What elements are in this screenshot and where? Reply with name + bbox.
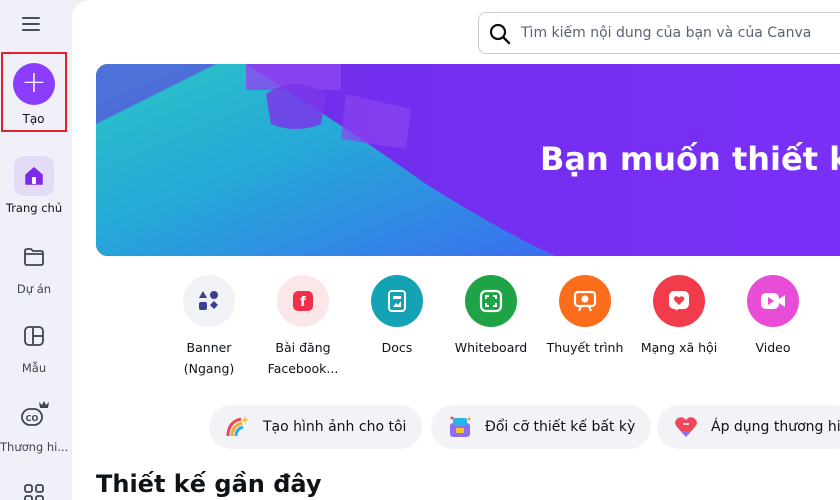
- sidebar-item-brand[interactable]: CO Thương hi...: [0, 395, 68, 454]
- facebook-icon: f: [277, 275, 329, 327]
- chip-apply-brand[interactable]: Áp dụng thương hi: [657, 405, 840, 449]
- search-icon: [489, 23, 511, 45]
- apps-icon: [14, 474, 54, 500]
- category-docs[interactable]: Docs: [351, 275, 443, 358]
- resize-icon: [450, 416, 471, 437]
- sidebar-item-label: Mẫu: [21, 361, 47, 375]
- sidebar: + Tạo Trang chủ Dự án Mẫu CO Thương hi..…: [0, 0, 68, 500]
- presentation-icon: [559, 275, 611, 327]
- home-icon: [14, 156, 54, 196]
- brand-icon: CO: [14, 395, 54, 435]
- video-icon: [747, 275, 799, 327]
- category-banner[interactable]: Banner (Ngang): [163, 275, 255, 379]
- chip-label: Đổi cỡ thiết kế bất kỳ: [485, 419, 636, 435]
- docs-icon: [371, 275, 423, 327]
- search-bar[interactable]: [478, 12, 840, 54]
- hero-banner: Bạn muốn thiết k: [96, 64, 840, 256]
- sidebar-item-label: Trang chủ: [5, 201, 63, 215]
- category-facebook-post[interactable]: f Bài đăng Facebook...: [257, 275, 349, 379]
- category-label: Video: [755, 340, 791, 355]
- template-icon: [14, 316, 54, 356]
- chip-generate-image[interactable]: Tạo hình ảnh cho tôi: [209, 405, 423, 449]
- category-label-2: (Ngang): [183, 361, 235, 376]
- heart-icon: [653, 275, 705, 327]
- recent-designs-title: Thiết kế gần đây: [96, 470, 322, 498]
- sidebar-item-home[interactable]: Trang chủ: [0, 156, 68, 215]
- create-highlight-box: + Tạo: [1, 52, 67, 132]
- folder-icon: [14, 237, 54, 277]
- category-whiteboard[interactable]: Whiteboard: [445, 275, 537, 358]
- svg-text:CO: CO: [26, 414, 39, 423]
- sidebar-item-templates[interactable]: Mẫu: [0, 316, 68, 375]
- create-button[interactable]: +: [13, 63, 55, 105]
- search-input[interactable]: [521, 21, 840, 45]
- svg-text:f: f: [300, 295, 306, 310]
- sidebar-item-apps[interactable]: [0, 474, 68, 500]
- chip-label: Áp dụng thương hi: [711, 419, 840, 435]
- create-label: Tạo: [22, 112, 45, 126]
- chip-label: Tạo hình ảnh cho tôi: [263, 419, 407, 435]
- category-label: Thuyết trình: [546, 340, 624, 355]
- sidebar-item-label: Dự án: [16, 282, 52, 296]
- banner-title: Bạn muốn thiết k: [540, 140, 840, 178]
- category-label: Whiteboard: [454, 340, 528, 355]
- main-content: Bạn muốn thiết k Banner (Ngang) f Bài đă…: [72, 0, 840, 500]
- category-label: Banner: [186, 340, 232, 355]
- sidebar-item-projects[interactable]: Dự án: [0, 237, 68, 296]
- category-presentation[interactable]: Thuyết trình: [539, 275, 631, 358]
- category-label: Bài đăng: [275, 340, 331, 355]
- category-label-2: Facebook...: [267, 361, 339, 376]
- chip-resize-design[interactable]: Đổi cỡ thiết kế bất kỳ: [431, 405, 652, 449]
- rainbow-icon: [226, 416, 249, 437]
- menu-icon[interactable]: [22, 14, 42, 34]
- whiteboard-icon: [465, 275, 517, 327]
- sidebar-item-label: Thương hi...: [0, 440, 68, 454]
- category-label: Mạng xã hội: [640, 340, 718, 355]
- category-video[interactable]: Video: [727, 275, 819, 358]
- category-label: Docs: [381, 340, 413, 355]
- category-social-media[interactable]: Mạng xã hội: [633, 275, 725, 358]
- brand-heart-icon: [675, 417, 697, 437]
- shapes-icon: [183, 275, 235, 327]
